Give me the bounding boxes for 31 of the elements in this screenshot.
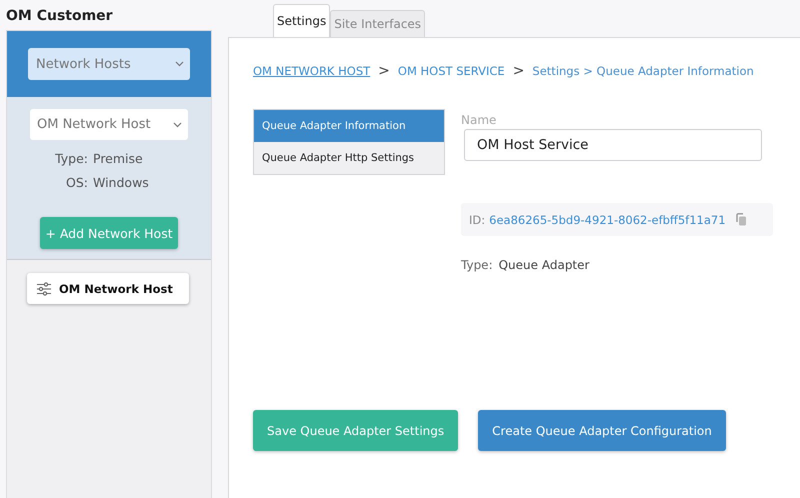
tab[interactable]: Settings bbox=[273, 4, 330, 37]
id-label: ID: bbox=[469, 212, 486, 226]
category-dropdown[interactable]: Network Hosts bbox=[28, 48, 190, 80]
chevron-icon bbox=[175, 61, 184, 67]
detail-value: Windows bbox=[93, 175, 150, 190]
name-label: Name bbox=[461, 113, 498, 127]
customer-title: OM Customer bbox=[5, 7, 114, 26]
id-value: 6ea86265-5bd9-4921-8062-efbff5f11a71 bbox=[489, 212, 726, 226]
breadcrumb-separator: > bbox=[378, 63, 390, 79]
copy-icon[interactable] bbox=[736, 213, 747, 226]
save-button[interactable]: Save Queue Adapter Settings bbox=[253, 410, 458, 451]
add-network-host-button[interactable]: + Add Network Host bbox=[40, 217, 178, 249]
detail-label: OS: bbox=[65, 175, 88, 190]
breadcrumb-link[interactable]: OM HOST SERVICE bbox=[398, 64, 505, 78]
detail-value: Premise bbox=[93, 151, 144, 166]
host-dropdown[interactable]: OM Network Host bbox=[30, 109, 188, 140]
name-field[interactable]: OM Host Service bbox=[464, 129, 762, 161]
menu-item[interactable]: Queue Adapter Information bbox=[254, 110, 444, 142]
chevron-icon bbox=[173, 122, 182, 128]
sliders-icon bbox=[36, 282, 52, 296]
type-label: Type: bbox=[461, 258, 493, 272]
create-button[interactable]: Create Queue Adapter Configuration bbox=[478, 410, 726, 451]
breadcrumb-separator: > bbox=[512, 63, 524, 79]
tab[interactable]: Site Interfaces bbox=[330, 10, 426, 37]
breadcrumb-link[interactable]: OM NETWORK HOST bbox=[253, 64, 370, 78]
detail-label: Type: bbox=[54, 151, 88, 166]
type-value: Queue Adapter bbox=[498, 258, 590, 272]
menu-item[interactable]: Queue Adapter Http Settings bbox=[254, 142, 444, 174]
host-item[interactable]: OM Network Host bbox=[27, 273, 189, 304]
host-label: OM Network Host bbox=[59, 282, 173, 296]
breadcrumb-current: Settings > Queue Adapter Information bbox=[532, 64, 754, 78]
